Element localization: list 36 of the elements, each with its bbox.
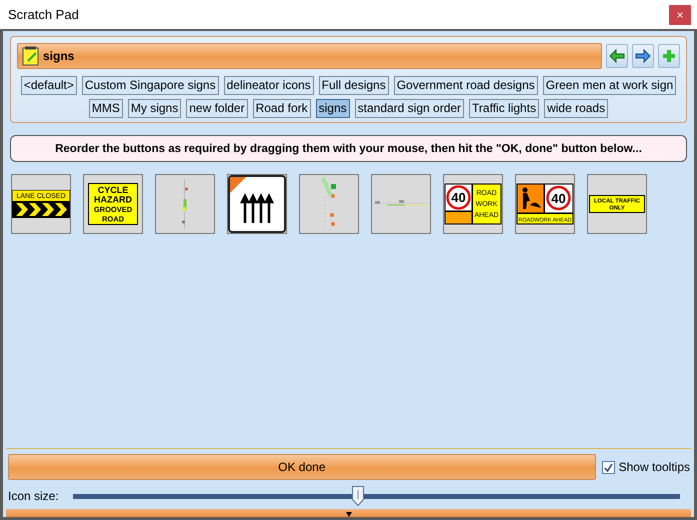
folder-tab[interactable]: standard sign order <box>354 99 464 118</box>
right-arrow-icon <box>635 49 651 63</box>
tooltips-checkbox[interactable] <box>602 460 615 474</box>
folder-tab[interactable]: MMS <box>88 99 123 118</box>
back-button[interactable] <box>606 44 628 68</box>
close-button[interactable]: × <box>669 4 691 24</box>
folder-tab[interactable]: Green men at work sign <box>542 76 676 95</box>
plus-icon <box>662 49 676 63</box>
caret-icon <box>346 512 352 517</box>
folder-tab[interactable]: wide roads <box>544 99 608 118</box>
slider-thumb[interactable] <box>352 486 364 506</box>
four-arrows-sign <box>228 175 286 233</box>
left-arrow-icon <box>609 49 625 63</box>
folder-tab[interactable]: Traffic lights <box>469 99 540 118</box>
folder-tab[interactable]: Custom Singapore signs <box>82 76 219 95</box>
notepad-icon <box>22 46 39 66</box>
road-diagram-drawing <box>182 179 188 229</box>
checkbox-label: Show tooltips <box>618 460 690 474</box>
folder-tab[interactable]: Government road designs <box>394 76 538 95</box>
instruction-banner: Reorder the buttons as required by dragging them with your mouse, then hit the "OK, done" button below... <box>10 135 687 162</box>
folder-tab[interactable]: Full designs <box>318 76 389 95</box>
folder-tab[interactable]: new folder <box>186 99 248 118</box>
folder-tab[interactable]: signs <box>316 99 350 118</box>
sign-tile[interactable] <box>299 174 359 234</box>
folder-selector[interactable]: signs <box>17 43 602 69</box>
ok-button[interactable]: OK done <box>8 454 596 480</box>
window-title: Scratch Pad <box>7 7 79 22</box>
sign-tile[interactable] <box>155 174 215 234</box>
folder-tab[interactable]: delineator icons <box>224 76 314 95</box>
folder-tab[interactable]: My signs <box>128 99 182 118</box>
sign-tile[interactable] <box>371 174 431 234</box>
folder-tab[interactable]: Road fork <box>252 99 311 118</box>
icon-size-label: Icon size: <box>8 489 59 503</box>
sign-tile[interactable] <box>227 174 287 234</box>
folder-tab[interactable]: <default> <box>20 76 77 95</box>
forward-button[interactable] <box>632 44 654 68</box>
